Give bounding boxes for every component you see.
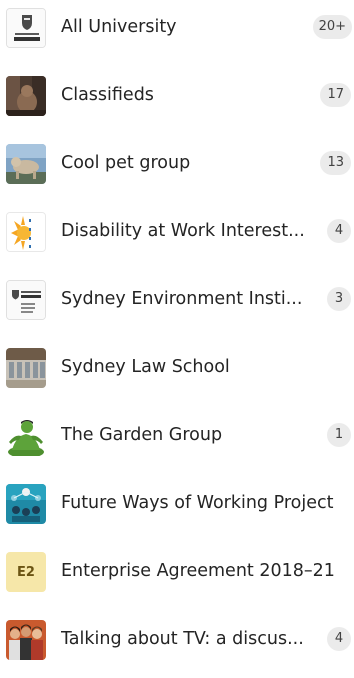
unread-count-badge: 20+ xyxy=(312,15,352,39)
building-photo-icon xyxy=(6,348,46,388)
unread-count-badge: 13 xyxy=(320,151,351,175)
team-name: All University xyxy=(61,17,177,37)
team-item-cool-pet-group[interactable]: Cool pet group 13 xyxy=(0,134,354,202)
team-name: Disability at Work Interest... xyxy=(61,221,305,241)
sun-logo-icon xyxy=(6,212,46,252)
unread-count-badge: 17 xyxy=(320,83,351,107)
team-item-the-garden-group[interactable]: The Garden Group 1 xyxy=(0,406,354,474)
team-name: The Garden Group xyxy=(61,425,223,445)
team-name: Sydney Law School xyxy=(61,357,230,377)
dog-photo-icon xyxy=(6,144,46,184)
university-of-sydney-logo-icon xyxy=(6,8,46,48)
team-initials: E2 xyxy=(17,564,35,580)
team-item-classifieds[interactable]: Classifieds 17 xyxy=(0,66,354,134)
team-name: Future Ways of Working Project xyxy=(61,493,334,513)
team-name: Cool pet group xyxy=(61,153,191,173)
team-name: Talking about TV: a discus... xyxy=(61,629,304,649)
team-item-talking-about-tv[interactable]: Talking about TV: a discus... 4 xyxy=(0,610,354,678)
team-item-future-ways-of-working[interactable]: Future Ways of Working Project xyxy=(0,474,354,542)
university-of-sydney-logo-icon xyxy=(6,280,46,320)
unread-count-badge: 4 xyxy=(327,219,351,243)
team-item-disability-at-work[interactable]: Disability at Work Interest... 4 xyxy=(0,202,354,270)
unread-count-badge: 3 xyxy=(327,287,351,311)
team-initials-avatar: E2 xyxy=(6,552,46,592)
team-item-all-university[interactable]: All University 20+ xyxy=(0,0,354,66)
team-item-sydney-environment-institute[interactable]: Sydney Environment Insti... 3 xyxy=(0,270,354,338)
hulk-figure-icon xyxy=(6,416,46,456)
team-name: Classifieds xyxy=(61,85,154,105)
team-item-sydney-law-school[interactable]: Sydney Law School xyxy=(0,338,354,406)
team-name: Enterprise Agreement 2018–21 xyxy=(61,561,335,581)
team-name: Sydney Environment Insti... xyxy=(61,289,303,309)
team-item-enterprise-agreement[interactable]: E2 Enterprise Agreement 2018–21 xyxy=(0,542,354,610)
cat-photo-icon xyxy=(6,76,46,116)
unread-count-badge: 4 xyxy=(327,627,351,651)
network-illustration-icon xyxy=(6,484,46,524)
people-photo-icon xyxy=(6,620,46,660)
unread-count-badge: 1 xyxy=(327,423,351,447)
